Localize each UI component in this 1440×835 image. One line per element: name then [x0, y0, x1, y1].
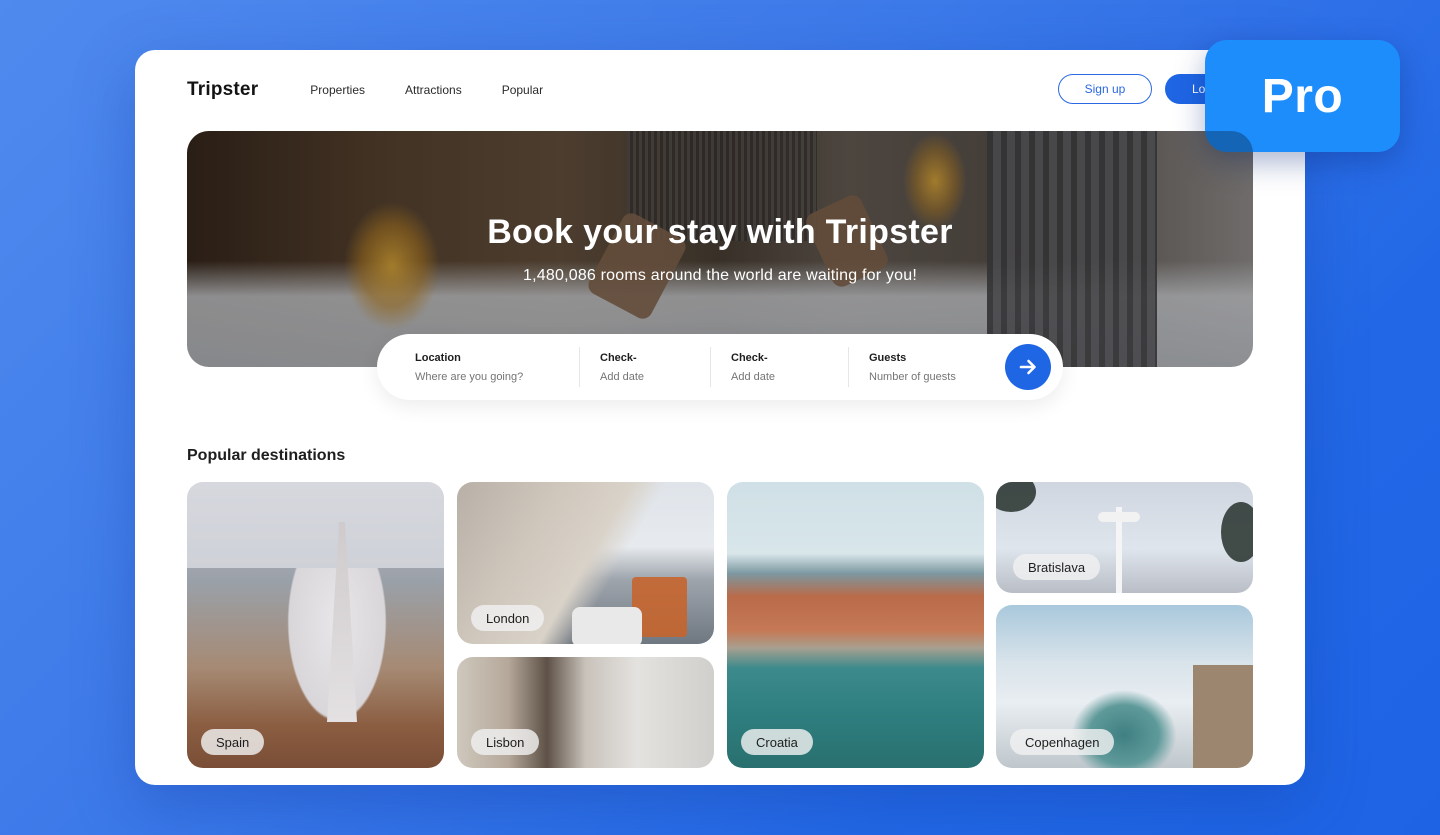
app-window: Tripster Properties Attractions Popular … [135, 50, 1305, 785]
destination-image [572, 607, 642, 644]
logo[interactable]: Tripster [187, 79, 258, 101]
destination-label: Spain [201, 729, 265, 755]
destination-label: Bratislava [1013, 554, 1101, 580]
popular-destinations-title: Popular destinations [187, 447, 346, 464]
hero-title: Book your stay with Tripster [487, 213, 953, 251]
destination-image [1221, 502, 1253, 562]
check-out-label: Check- [731, 351, 768, 364]
destination-card-croatia[interactable]: Croatia [727, 482, 984, 768]
search-submit-button[interactable] [1005, 344, 1051, 390]
destination-label: London [471, 605, 545, 631]
check-in-field[interactable]: Check- [579, 347, 740, 387]
location-label: Location [415, 351, 461, 364]
arrow-right-icon [1019, 359, 1036, 375]
destination-card-london[interactable]: London [457, 482, 714, 644]
hero-banner: Book your stay with Tripster 1,480,086 r… [187, 131, 1253, 367]
location-input[interactable] [415, 370, 555, 383]
destination-image [327, 522, 357, 722]
destination-label: Lisbon [471, 729, 540, 755]
search-bar: Location Check- Check- Guests [377, 334, 1063, 400]
destination-image [1098, 512, 1140, 522]
location-field[interactable]: Location [377, 347, 579, 387]
nav-link-popular[interactable]: Popular [502, 83, 543, 97]
guests-field[interactable]: Guests [848, 347, 1018, 387]
destination-card-bratislava[interactable]: Bratislava [996, 482, 1253, 593]
nav-links: Properties Attractions Popular [310, 83, 543, 97]
guests-label: Guests [869, 351, 907, 364]
check-in-label: Check- [600, 351, 637, 364]
hero-subtitle: 1,480,086 rooms around the world are wai… [523, 267, 917, 284]
destination-image [996, 482, 1036, 512]
destination-label: Croatia [741, 729, 813, 755]
destination-card-lisbon[interactable]: Lisbon [457, 657, 714, 768]
destination-card-copenhagen[interactable]: Copenhagen [996, 605, 1253, 768]
nav-link-attractions[interactable]: Attractions [405, 83, 462, 97]
destination-label: Copenhagen [1010, 729, 1115, 755]
destination-image [1193, 665, 1253, 768]
guests-input[interactable] [869, 370, 1009, 383]
sign-up-button[interactable]: Sign up [1058, 74, 1152, 104]
check-out-field[interactable]: Check- [710, 347, 871, 387]
nav-link-properties[interactable]: Properties [310, 83, 365, 97]
destination-card-spain[interactable]: Spain [187, 482, 444, 768]
